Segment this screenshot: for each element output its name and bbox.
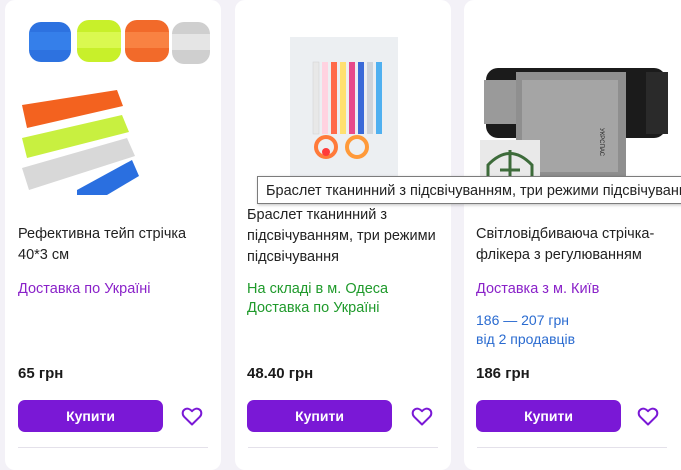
heart-icon[interactable] xyxy=(410,404,434,428)
delivery-info: Доставка з м. Київ xyxy=(476,281,600,297)
heart-icon[interactable] xyxy=(180,404,204,428)
divider xyxy=(477,447,667,448)
sellers-link[interactable]: від 2 продавців xyxy=(476,330,575,349)
product-card[interactable]: Браслет тканинний з підсвічуванням, три … xyxy=(235,0,451,470)
led-bracelet-image xyxy=(290,37,398,185)
buy-button[interactable]: Купити xyxy=(247,400,392,432)
delivery-info: Доставка по Україні xyxy=(18,281,151,297)
product-card[interactable]: Рефективна тейп стрічка 40*3 см Доставка… xyxy=(5,0,221,470)
heart-icon[interactable] xyxy=(636,404,660,428)
buy-button[interactable]: Купити xyxy=(18,400,163,432)
price-range[interactable]: 186 — 207 грн xyxy=(476,311,569,330)
delivery-info: Доставка по Україні xyxy=(247,300,380,316)
brand-label: УКРСПАС xyxy=(598,128,604,157)
product-title[interactable]: Браслет тканинний з підсвічуванням, три … xyxy=(247,205,447,268)
divider xyxy=(248,447,438,448)
product-image[interactable] xyxy=(247,10,442,195)
reflective-band-image: УКРСПАС xyxy=(480,68,668,195)
buy-button[interactable]: Купити xyxy=(476,400,621,432)
product-price: 65 грн xyxy=(18,365,64,382)
title-tooltip: Браслет тканинний з підсвічуванням, три … xyxy=(257,176,681,204)
product-title[interactable]: Рефективна тейп стрічка 40*3 см xyxy=(18,224,218,266)
product-image[interactable] xyxy=(17,10,212,195)
product-image[interactable]: УКРСПАС xyxy=(476,10,671,195)
product-price: 186 грн xyxy=(476,365,530,382)
product-title[interactable]: Світловідбиваюча стрічка-флікера з регул… xyxy=(476,224,676,266)
stock-info: На складі в м. Одеса xyxy=(247,281,389,297)
product-price: 48.40 грн xyxy=(247,365,314,382)
divider xyxy=(18,447,208,448)
reflective-tape-image xyxy=(22,20,210,195)
product-card[interactable]: УКРСПАС Світловідбиваюча стрічка-флікера… xyxy=(464,0,681,470)
